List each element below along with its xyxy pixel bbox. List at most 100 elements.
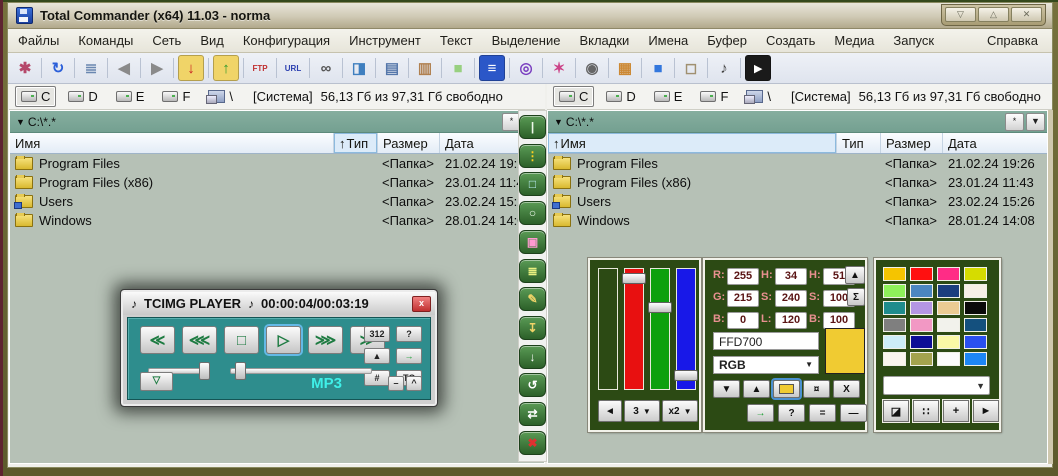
palette-swatch[interactable] [910,267,933,281]
drive-button-d[interactable]: D [62,86,103,107]
palette-swatch[interactable] [910,335,933,349]
restore-button[interactable]: △ [978,7,1009,22]
progress-slider-thumb[interactable] [235,362,246,380]
palette-swatch[interactable] [883,267,906,281]
column-header-date[interactable]: Дата [943,133,1047,153]
palette-icon[interactable]: ✶ [547,56,571,80]
menu-item-3[interactable]: Вид [200,33,224,48]
green-track-thumb[interactable] [648,302,672,313]
pack-icon[interactable]: ↑ [213,55,239,81]
forward-icon[interactable]: ▶ [145,56,169,80]
contrast-button[interactable]: ◪ [882,399,910,423]
drive-button-f[interactable]: F [156,86,196,107]
table-row[interactable]: Program Files (x86) <Папка> 23.01.24 11:43 [10,173,544,192]
menu-item-7[interactable]: Выделение [492,33,561,48]
table-row[interactable]: Windows <Папка> 28.01.24 14:08 [548,211,1047,230]
dots-grid-button[interactable]: ∷ [912,399,940,423]
table-row[interactable]: Program Files (x86) <Папка> 23.01.24 11:43 [548,173,1047,192]
menu-item-2[interactable]: Сеть [152,33,181,48]
blue-track-thumb[interactable] [674,370,698,381]
palette-swatch[interactable] [883,352,906,366]
monitor-button[interactable]: □ [519,172,546,197]
palette-swatch[interactable] [910,318,933,332]
menu-item-13[interactable]: Запуск [893,33,934,48]
back-icon[interactable]: ◀ [112,56,136,80]
cmd-icon[interactable]: ▸ [745,55,771,81]
menu-item-1[interactable]: Команды [78,33,133,48]
value-input[interactable]: 215 [727,290,759,307]
value-input[interactable]: 255 [727,268,759,285]
archive-box-icon[interactable]: ▦ [613,56,637,80]
quick-view-icon[interactable]: ◨ [347,56,371,80]
title-bar[interactable]: Total Commander (x64) 11.03 - norma ▽ △ … [8,3,1052,29]
menu-item-4[interactable]: Конфигурация [243,33,330,48]
download-button[interactable]: ↓ [519,344,546,369]
eject-button[interactable]: ▲ [364,348,390,364]
play-right-button[interactable]: ► [972,399,1000,423]
palette-dropdown[interactable]: ▼ [883,376,990,395]
column-header-type[interactable]: ↑ Тип [334,133,378,153]
currency-button[interactable]: ¤ [803,380,830,398]
tv-icon[interactable]: ◻ [679,56,703,80]
discs-icon[interactable]: ◎ [514,56,538,80]
camera-icon[interactable]: ◉ [580,56,604,80]
column-header-size[interactable]: Размер [881,133,943,153]
swap-button[interactable]: ⇄ [519,402,546,427]
green-track[interactable] [648,268,672,390]
table-row[interactable]: Users <Папка> 23.02.24 15:26 [548,192,1047,211]
column-header-name[interactable]: ↑ Имя [548,133,837,153]
unpack-icon[interactable]: ↓ [178,55,204,81]
search-button[interactable]: ○ [519,201,546,226]
list-save-button[interactable]: ≣ [519,258,546,283]
column-header-type[interactable]: Тип [837,133,881,153]
volume-slider-thumb[interactable] [199,362,210,380]
table-row[interactable]: Program Files <Папка> 21.02.24 19:26 [10,154,544,173]
network-button[interactable]: \ [740,86,777,107]
palette-swatch[interactable] [910,352,933,366]
player-collapse-button[interactable]: ▽ [140,372,173,391]
sum-button[interactable]: Σ [847,288,865,306]
player-close-button[interactable]: x [412,295,431,312]
apply-arrow-button[interactable]: → [747,404,774,422]
value-input[interactable]: 34 [775,268,807,285]
network-button[interactable]: \ [202,86,239,107]
menu-item-0[interactable]: Файлы [18,33,59,48]
repeat-button[interactable]: ↺ [519,373,546,398]
palette-swatch[interactable] [964,318,987,332]
help-button[interactable]: ? [778,404,805,422]
player-up-button[interactable]: ^ [406,376,422,391]
start-button[interactable]: | [519,115,546,139]
value-input[interactable]: 120 [775,312,807,329]
equals-button[interactable]: = [809,404,836,422]
tcimg-player-widget[interactable]: ♪ TCIMG PLAYER ♪ 00:00:04/00:03:19 x ≪ ⋘ □… [120,289,438,407]
palette-swatch[interactable] [883,284,906,298]
desktop-icon[interactable]: ■ [646,56,670,80]
player-title-bar[interactable]: ♪ TCIMG PLAYER ♪ 00:00:04/00:03:19 x [123,292,435,315]
minimize-button[interactable]: ▽ [945,7,976,22]
notes-icon[interactable]: ■ [446,56,470,80]
palette-swatch[interactable] [937,267,960,281]
path-bar[interactable]: ▼C:\*.**▼ [10,111,544,133]
color-chip-button[interactable] [773,380,800,398]
url-icon[interactable]: URL [281,56,305,80]
path-dropdown-button[interactable]: ▼ [1026,112,1045,131]
menu-item-5[interactable]: Инструмент [349,33,421,48]
menu-item-help[interactable]: Справка [987,33,1038,48]
red-track-thumb[interactable] [622,273,646,284]
close-button[interactable]: ✕ [1011,7,1042,22]
color-mode-select[interactable]: RGB ▼ [713,356,819,374]
menu-item-11[interactable]: Создать [766,33,815,48]
menu-item-8[interactable]: Вкладки [579,33,629,48]
drive-button-e[interactable]: E [110,86,151,107]
archive-edit-button[interactable]: ✎ [519,287,546,312]
zoom-select[interactable]: x2 ▼ [662,400,698,422]
drive-button-d[interactable]: D [600,86,641,107]
drive-button-c[interactable]: C [553,86,595,107]
x-button[interactable]: X [833,380,860,398]
table-row[interactable]: Program Files <Папка> 21.02.24 19:26 [548,154,1047,173]
value-input[interactable]: 240 [775,290,807,307]
table-row[interactable]: Windows <Папка> 28.01.24 14:08 [10,211,544,230]
menu-item-6[interactable]: Текст [440,33,473,48]
fast-forward-button[interactable]: ⋙ [308,326,343,354]
red-track[interactable] [622,268,646,390]
